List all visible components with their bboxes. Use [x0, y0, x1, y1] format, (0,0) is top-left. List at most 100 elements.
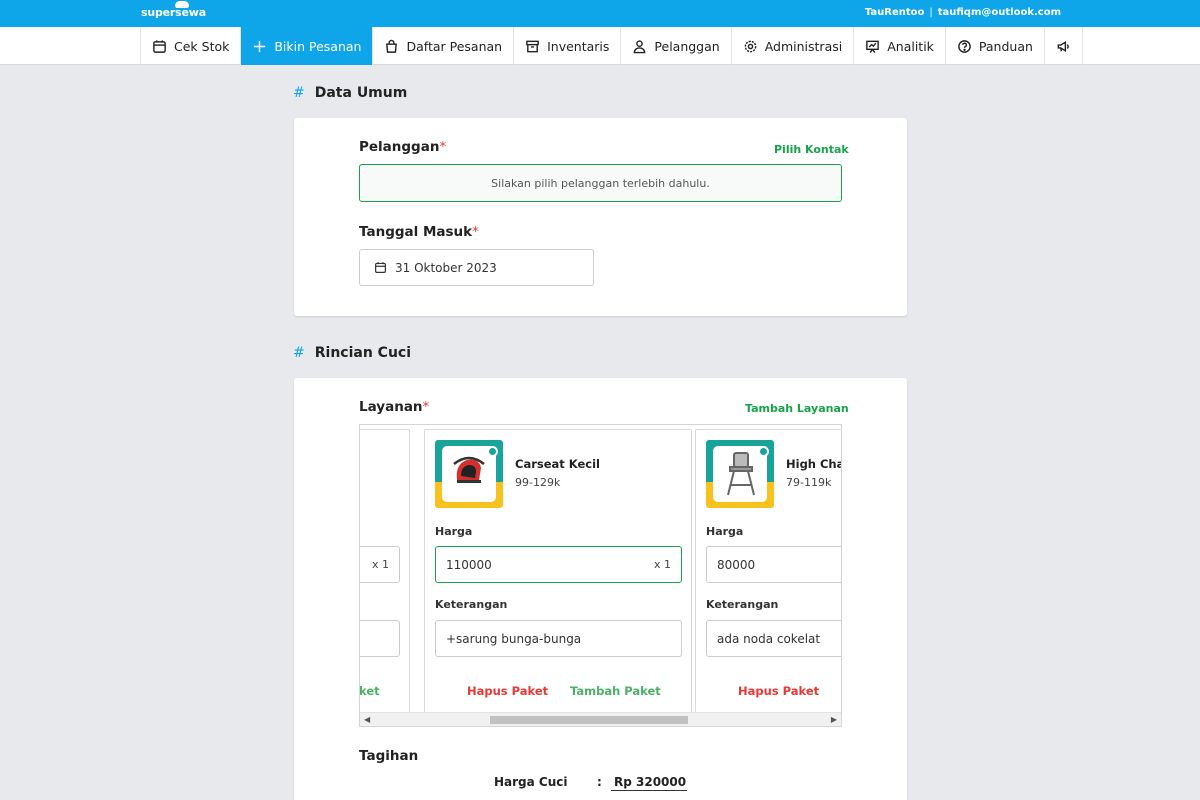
harga-label: Harga: [435, 525, 473, 538]
customer-select-box[interactable]: Silakan pilih pelanggan terlebih dahulu.: [359, 164, 842, 202]
services-scroller[interactable]: x 1 ket Carseat Kecil 99-129k Harga 1100…: [359, 424, 842, 727]
archive-icon: [526, 40, 539, 52]
keterangan-input[interactable]: +sarung bunga-bunga: [435, 620, 682, 657]
rincian-cuci-card: Layanan* Tambah Layanan x 1 ket Carseat …: [294, 378, 907, 800]
harga-cuci-colon: :: [597, 775, 602, 789]
pelanggan-label-text: Pelanggan: [359, 139, 440, 155]
harga-input[interactable]: 80000: [706, 546, 841, 583]
tanggal-label-text: Tanggal Masuk: [359, 224, 473, 240]
brand-logo[interactable]: supersewa: [141, 1, 206, 19]
nav-item-announcements[interactable]: [1045, 27, 1083, 65]
harga-input[interactable]: x 1: [360, 546, 400, 583]
megaphone-icon: [1057, 40, 1069, 52]
harga-value: 110000: [446, 557, 492, 572]
cloud-icon: [175, 1, 189, 8]
nav-label: Inventaris: [547, 38, 610, 54]
keterangan-label: Keterangan: [435, 598, 508, 611]
section-title-text: Rincian Cuci: [314, 345, 412, 361]
nav-label: Cek Stok: [174, 38, 230, 54]
harga-value: 80000: [717, 557, 756, 572]
pilih-kontak-link[interactable]: Pilih Kontak: [774, 143, 849, 156]
scroll-right-arrow-icon[interactable]: ▶: [831, 715, 837, 724]
tanggal-masuk-label: Tanggal Masuk*: [359, 224, 479, 240]
tambah-paket-button[interactable]: Tambah Paket: [570, 684, 661, 698]
section-title-rincian-cuci: # Rincian Cuci: [293, 345, 411, 361]
customer-placeholder: Silakan pilih pelanggan terlebih dahulu.: [491, 176, 710, 190]
carseat-icon: [453, 456, 485, 483]
service-name: High Chai: [786, 457, 841, 471]
nav-item-inventaris[interactable]: Inventaris: [514, 27, 622, 65]
layanan-label-text: Layanan: [359, 399, 423, 415]
nav-label: Daftar Pesanan: [406, 38, 503, 54]
harga-cuci-label: Harga Cuci: [494, 775, 568, 789]
horizontal-scrollbar[interactable]: ◀ ▶: [360, 712, 841, 726]
nav-label: Pelanggan: [654, 38, 720, 54]
hapus-paket-button[interactable]: Hapus Paket: [467, 684, 548, 698]
tagihan-title: Tagihan: [359, 748, 419, 764]
hash-icon: #: [293, 85, 305, 101]
harga-label: Harga: [706, 525, 744, 538]
keterangan-input[interactable]: [360, 620, 400, 657]
service-card-partial: x 1 ket: [360, 429, 410, 713]
scroll-left-arrow-icon[interactable]: ◀: [364, 715, 370, 724]
nav-item-bikin-pesanan[interactable]: Bikin Pesanan: [241, 27, 374, 65]
service-price-range: 99-129k: [515, 476, 561, 489]
nav-menu: Cek Stok Bikin Pesanan Daftar Pesanan In…: [140, 27, 1083, 65]
nav-item-analitik[interactable]: Analitik: [854, 27, 946, 65]
user-info: TauRentoo | taufiqm@outlook.com: [865, 7, 1061, 18]
water-drop-icon: [758, 446, 769, 457]
section-title-data-umum: # Data Umum: [293, 85, 407, 101]
nav-label: Bikin Pesanan: [274, 38, 362, 54]
keterangan-value: ada noda cokelat: [717, 631, 821, 646]
section-title-text: Data Umum: [314, 85, 408, 101]
service-card-high-chair: High Chai 79-119k Harga 80000 Keterangan…: [695, 429, 841, 713]
service-thumbnail: [706, 440, 774, 508]
keterangan-label: Keterangan: [706, 598, 779, 611]
main-navbar: Cek Stok Bikin Pesanan Daftar Pesanan In…: [0, 27, 1200, 65]
hapus-paket-button[interactable]: Hapus Paket: [738, 684, 819, 698]
store-name[interactable]: TauRentoo: [865, 7, 925, 18]
date-picker-field[interactable]: 31 Oktober 2023: [359, 249, 594, 286]
tambah-paket-button[interactable]: ket: [360, 684, 380, 698]
nav-item-pelanggan[interactable]: Pelanggan: [621, 27, 732, 65]
required-mark: *: [472, 224, 479, 240]
high-chair-icon: [727, 452, 755, 496]
layanan-label: Layanan*: [359, 399, 429, 415]
calendar-icon: [153, 39, 166, 53]
quantity-label: x 1: [371, 558, 389, 571]
brand-name: supersewa: [141, 6, 206, 19]
bag-icon: [386, 39, 398, 53]
service-card-carseat: Carseat Kecil 99-129k Harga 110000 x 1 K…: [424, 429, 692, 713]
nav-label: Administrasi: [764, 38, 843, 54]
help-circle-icon: [958, 39, 971, 53]
keterangan-value: +sarung bunga-bunga: [446, 631, 582, 646]
nav-item-cek-stok[interactable]: Cek Stok: [141, 27, 242, 65]
calendar-icon: [375, 262, 386, 273]
nav-item-administrasi[interactable]: Administrasi: [732, 27, 855, 65]
plus-icon: [254, 40, 266, 52]
water-drop-icon: [487, 446, 498, 457]
gear-icon: [744, 40, 757, 52]
service-price-range: 79-119k: [786, 476, 832, 489]
service-name: Carseat Kecil: [515, 457, 600, 471]
quantity-label: x 1: [653, 558, 671, 571]
pelanggan-label: Pelanggan*: [359, 139, 446, 155]
data-umum-card: Pelanggan* Pilih Kontak Silakan pilih pe…: [294, 118, 907, 316]
user-email[interactable]: taufiqm@outlook.com: [938, 7, 1061, 18]
nav-label: Panduan: [978, 38, 1033, 54]
nav-label: Analitik: [887, 38, 934, 54]
nav-item-daftar-pesanan[interactable]: Daftar Pesanan: [373, 27, 515, 65]
top-bar: supersewa TauRentoo | taufiqm@outlook.com: [0, 0, 1200, 27]
date-value: 31 Oktober 2023: [395, 260, 497, 275]
required-mark: *: [422, 399, 430, 415]
scrollbar-thumb[interactable]: [490, 716, 688, 724]
presentation-chart-icon: [866, 40, 880, 53]
required-mark: *: [439, 139, 447, 155]
service-thumbnail: [435, 440, 503, 508]
keterangan-input[interactable]: ada noda cokelat: [706, 620, 841, 657]
harga-cuci-value: Rp 320000: [611, 775, 687, 791]
harga-input[interactable]: 110000 x 1: [435, 546, 682, 583]
tambah-layanan-link[interactable]: Tambah Layanan: [745, 402, 849, 415]
nav-item-panduan[interactable]: Panduan: [946, 27, 1045, 65]
hash-icon: #: [293, 345, 305, 361]
